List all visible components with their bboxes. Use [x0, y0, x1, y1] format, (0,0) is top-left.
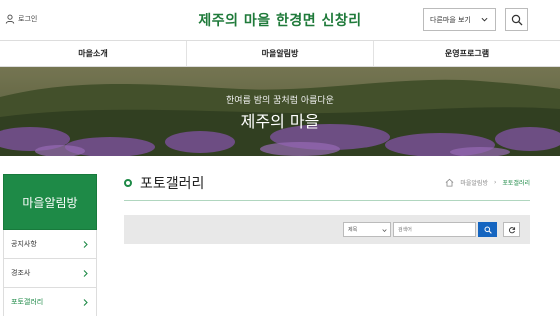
- hero-subtitle: 한여름 밤의 꿈처럼 아름다운: [226, 96, 334, 106]
- search-icon: [511, 14, 522, 25]
- search-field-select[interactable]: 제목: [343, 222, 391, 237]
- search-submit-button[interactable]: [478, 222, 497, 237]
- title-divider: [124, 200, 530, 201]
- breadcrumb-separator: ›: [493, 179, 497, 186]
- refresh-icon: [508, 226, 515, 233]
- search-filter-bar: 제목: [124, 215, 530, 244]
- breadcrumb-current: 포토갤러리: [502, 180, 530, 187]
- page-title: 포토갤러리: [124, 173, 204, 193]
- village-select[interactable]: 다른마을 보기: [423, 8, 496, 31]
- title-bullet-icon: [124, 179, 132, 187]
- sidebar-item-events[interactable]: 경조사: [3, 259, 97, 288]
- sidebar-item-label: 포토갤러리: [11, 298, 44, 306]
- sidebar-heading: 마을알림방: [3, 174, 97, 230]
- search-keyword-input[interactable]: [393, 222, 476, 237]
- chevron-right-icon: [83, 299, 88, 306]
- search-icon: [484, 226, 492, 234]
- hero-title: 제주의 마을: [240, 112, 320, 131]
- nav-item-village-notice[interactable]: 마을알림방: [186, 41, 373, 66]
- sidebar-item-photo-gallery[interactable]: 포토갤러리: [3, 288, 97, 316]
- site-header: 로그인 제주의 마을 한경면 신창리 다른마을 보기: [0, 0, 560, 40]
- nav-item-programs[interactable]: 운영프로그램: [373, 41, 560, 66]
- breadcrumb: 마을알림방 › 포토갤러리: [445, 178, 530, 187]
- chevron-down-icon: [382, 229, 387, 233]
- hero-banner: 한여름 밤의 꿈처럼 아름다운 제주의 마을: [0, 67, 560, 156]
- sidebar-item-label: 공지사항: [11, 240, 37, 248]
- page-title-text: 포토갤러리: [140, 176, 205, 192]
- chevron-right-icon: [83, 241, 88, 248]
- village-select-label: 다른마을 보기: [430, 15, 471, 24]
- chevron-right-icon: [83, 270, 88, 277]
- breadcrumb-item[interactable]: 마을알림방: [460, 178, 488, 187]
- search-field-selected: 제목: [348, 227, 358, 233]
- sidebar-item-label: 경조사: [11, 269, 31, 277]
- sidebar-item-notice[interactable]: 공지사항: [3, 230, 97, 259]
- main-nav: 마을소개 마을알림방 운영프로그램: [0, 40, 560, 67]
- home-icon[interactable]: [445, 178, 454, 187]
- search-button[interactable]: [505, 8, 528, 31]
- reset-button[interactable]: [503, 222, 520, 237]
- nav-item-village-intro[interactable]: 마을소개: [0, 41, 186, 66]
- chevron-down-icon: [481, 17, 488, 22]
